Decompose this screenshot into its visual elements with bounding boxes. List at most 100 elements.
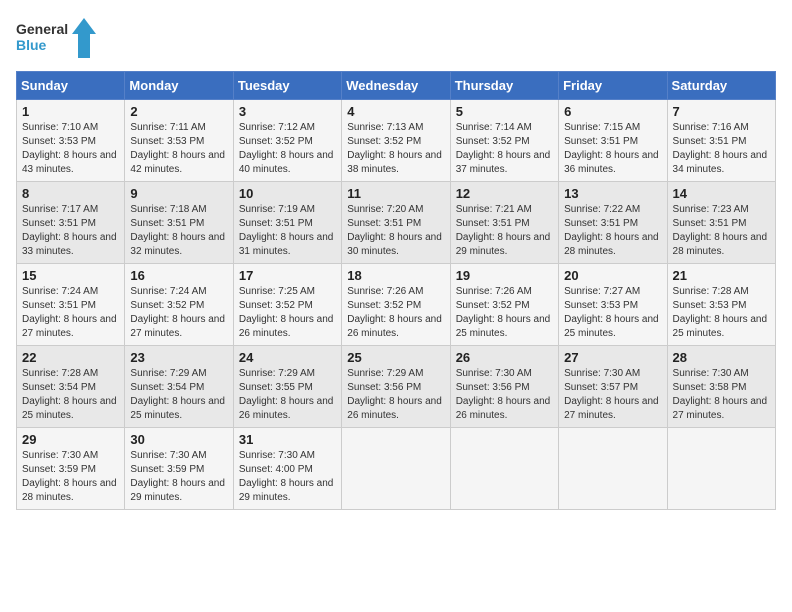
day-cell: 22 Sunrise: 7:28 AM Sunset: 3:54 PM Dayl…: [17, 346, 125, 428]
day-number: 17: [239, 268, 336, 283]
day-info: Sunrise: 7:30 AM Sunset: 3:57 PM Dayligh…: [564, 368, 659, 421]
page-header: General Blue: [16, 16, 776, 61]
day-cell: 19 Sunrise: 7:26 AM Sunset: 3:52 PM Dayl…: [450, 264, 558, 346]
day-info: Sunrise: 7:23 AM Sunset: 3:51 PM Dayligh…: [673, 204, 768, 257]
day-info: Sunrise: 7:29 AM Sunset: 3:56 PM Dayligh…: [347, 368, 442, 421]
day-info: Sunrise: 7:22 AM Sunset: 3:51 PM Dayligh…: [564, 204, 659, 257]
day-info: Sunrise: 7:19 AM Sunset: 3:51 PM Dayligh…: [239, 204, 334, 257]
day-cell: 16 Sunrise: 7:24 AM Sunset: 3:52 PM Dayl…: [125, 264, 233, 346]
day-info: Sunrise: 7:12 AM Sunset: 3:52 PM Dayligh…: [239, 122, 334, 175]
day-cell: 8 Sunrise: 7:17 AM Sunset: 3:51 PM Dayli…: [17, 182, 125, 264]
day-cell: 31 Sunrise: 7:30 AM Sunset: 4:00 PM Dayl…: [233, 428, 341, 510]
calendar-table: SundayMondayTuesdayWednesdayThursdayFrid…: [16, 71, 776, 510]
day-info: Sunrise: 7:10 AM Sunset: 3:53 PM Dayligh…: [22, 122, 117, 175]
day-info: Sunrise: 7:25 AM Sunset: 3:52 PM Dayligh…: [239, 286, 334, 339]
day-info: Sunrise: 7:14 AM Sunset: 3:52 PM Dayligh…: [456, 122, 551, 175]
day-number: 12: [456, 186, 553, 201]
day-info: Sunrise: 7:13 AM Sunset: 3:52 PM Dayligh…: [347, 122, 442, 175]
logo: General Blue: [16, 16, 96, 61]
day-info: Sunrise: 7:30 AM Sunset: 4:00 PM Dayligh…: [239, 450, 334, 503]
day-cell: 23 Sunrise: 7:29 AM Sunset: 3:54 PM Dayl…: [125, 346, 233, 428]
logo-svg: General Blue: [16, 16, 96, 61]
day-cell: 7 Sunrise: 7:16 AM Sunset: 3:51 PM Dayli…: [667, 100, 775, 182]
week-row-5: 29 Sunrise: 7:30 AM Sunset: 3:59 PM Dayl…: [17, 428, 776, 510]
day-info: Sunrise: 7:24 AM Sunset: 3:52 PM Dayligh…: [130, 286, 225, 339]
header-cell-tuesday: Tuesday: [233, 72, 341, 100]
day-info: Sunrise: 7:16 AM Sunset: 3:51 PM Dayligh…: [673, 122, 768, 175]
day-info: Sunrise: 7:30 AM Sunset: 3:58 PM Dayligh…: [673, 368, 768, 421]
day-cell: 9 Sunrise: 7:18 AM Sunset: 3:51 PM Dayli…: [125, 182, 233, 264]
day-number: 23: [130, 350, 227, 365]
day-number: 7: [673, 104, 770, 119]
day-number: 4: [347, 104, 444, 119]
day-cell: 27 Sunrise: 7:30 AM Sunset: 3:57 PM Dayl…: [559, 346, 667, 428]
day-cell: 2 Sunrise: 7:11 AM Sunset: 3:53 PM Dayli…: [125, 100, 233, 182]
day-number: 25: [347, 350, 444, 365]
day-number: 16: [130, 268, 227, 283]
header-row: SundayMondayTuesdayWednesdayThursdayFrid…: [17, 72, 776, 100]
week-row-3: 15 Sunrise: 7:24 AM Sunset: 3:51 PM Dayl…: [17, 264, 776, 346]
day-number: 18: [347, 268, 444, 283]
day-number: 10: [239, 186, 336, 201]
day-info: Sunrise: 7:26 AM Sunset: 3:52 PM Dayligh…: [456, 286, 551, 339]
day-number: 14: [673, 186, 770, 201]
header-cell-wednesday: Wednesday: [342, 72, 450, 100]
day-info: Sunrise: 7:21 AM Sunset: 3:51 PM Dayligh…: [456, 204, 551, 257]
week-row-1: 1 Sunrise: 7:10 AM Sunset: 3:53 PM Dayli…: [17, 100, 776, 182]
day-cell: 11 Sunrise: 7:20 AM Sunset: 3:51 PM Dayl…: [342, 182, 450, 264]
day-info: Sunrise: 7:17 AM Sunset: 3:51 PM Dayligh…: [22, 204, 117, 257]
day-number: 13: [564, 186, 661, 201]
day-cell: [667, 428, 775, 510]
day-number: 26: [456, 350, 553, 365]
day-cell: 18 Sunrise: 7:26 AM Sunset: 3:52 PM Dayl…: [342, 264, 450, 346]
day-cell: [450, 428, 558, 510]
day-number: 31: [239, 432, 336, 447]
day-cell: 29 Sunrise: 7:30 AM Sunset: 3:59 PM Dayl…: [17, 428, 125, 510]
day-info: Sunrise: 7:29 AM Sunset: 3:54 PM Dayligh…: [130, 368, 225, 421]
day-number: 30: [130, 432, 227, 447]
day-cell: 21 Sunrise: 7:28 AM Sunset: 3:53 PM Dayl…: [667, 264, 775, 346]
day-cell: 5 Sunrise: 7:14 AM Sunset: 3:52 PM Dayli…: [450, 100, 558, 182]
day-cell: 15 Sunrise: 7:24 AM Sunset: 3:51 PM Dayl…: [17, 264, 125, 346]
header-cell-friday: Friday: [559, 72, 667, 100]
day-cell: [342, 428, 450, 510]
day-info: Sunrise: 7:15 AM Sunset: 3:51 PM Dayligh…: [564, 122, 659, 175]
day-number: 8: [22, 186, 119, 201]
day-cell: 26 Sunrise: 7:30 AM Sunset: 3:56 PM Dayl…: [450, 346, 558, 428]
day-info: Sunrise: 7:11 AM Sunset: 3:53 PM Dayligh…: [130, 122, 225, 175]
day-cell: [559, 428, 667, 510]
week-row-4: 22 Sunrise: 7:28 AM Sunset: 3:54 PM Dayl…: [17, 346, 776, 428]
day-cell: 28 Sunrise: 7:30 AM Sunset: 3:58 PM Dayl…: [667, 346, 775, 428]
day-info: Sunrise: 7:26 AM Sunset: 3:52 PM Dayligh…: [347, 286, 442, 339]
day-info: Sunrise: 7:30 AM Sunset: 3:59 PM Dayligh…: [130, 450, 225, 503]
day-info: Sunrise: 7:28 AM Sunset: 3:53 PM Dayligh…: [673, 286, 768, 339]
header-cell-sunday: Sunday: [17, 72, 125, 100]
day-number: 15: [22, 268, 119, 283]
day-cell: 6 Sunrise: 7:15 AM Sunset: 3:51 PM Dayli…: [559, 100, 667, 182]
day-number: 2: [130, 104, 227, 119]
day-info: Sunrise: 7:29 AM Sunset: 3:55 PM Dayligh…: [239, 368, 334, 421]
header-cell-saturday: Saturday: [667, 72, 775, 100]
day-number: 27: [564, 350, 661, 365]
day-cell: 30 Sunrise: 7:30 AM Sunset: 3:59 PM Dayl…: [125, 428, 233, 510]
day-number: 9: [130, 186, 227, 201]
day-number: 24: [239, 350, 336, 365]
day-cell: 10 Sunrise: 7:19 AM Sunset: 3:51 PM Dayl…: [233, 182, 341, 264]
day-cell: 3 Sunrise: 7:12 AM Sunset: 3:52 PM Dayli…: [233, 100, 341, 182]
day-number: 3: [239, 104, 336, 119]
day-number: 5: [456, 104, 553, 119]
day-number: 6: [564, 104, 661, 119]
day-number: 11: [347, 186, 444, 201]
day-cell: 24 Sunrise: 7:29 AM Sunset: 3:55 PM Dayl…: [233, 346, 341, 428]
day-cell: 20 Sunrise: 7:27 AM Sunset: 3:53 PM Dayl…: [559, 264, 667, 346]
day-cell: 13 Sunrise: 7:22 AM Sunset: 3:51 PM Dayl…: [559, 182, 667, 264]
day-number: 19: [456, 268, 553, 283]
day-cell: 25 Sunrise: 7:29 AM Sunset: 3:56 PM Dayl…: [342, 346, 450, 428]
day-cell: 17 Sunrise: 7:25 AM Sunset: 3:52 PM Dayl…: [233, 264, 341, 346]
header-cell-thursday: Thursday: [450, 72, 558, 100]
day-info: Sunrise: 7:30 AM Sunset: 3:56 PM Dayligh…: [456, 368, 551, 421]
header-cell-monday: Monday: [125, 72, 233, 100]
day-cell: 12 Sunrise: 7:21 AM Sunset: 3:51 PM Dayl…: [450, 182, 558, 264]
day-number: 29: [22, 432, 119, 447]
day-cell: 4 Sunrise: 7:13 AM Sunset: 3:52 PM Dayli…: [342, 100, 450, 182]
